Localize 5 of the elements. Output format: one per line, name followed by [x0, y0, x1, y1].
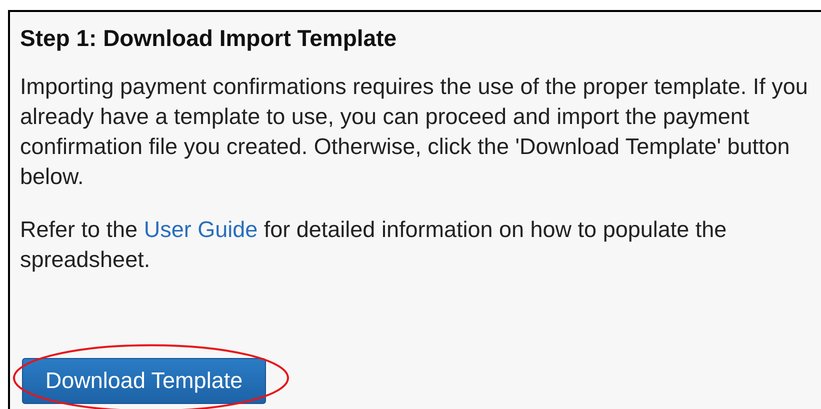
download-template-button[interactable]: Download Template: [22, 358, 266, 404]
paragraph: Importing payment confirmations requires the use of the proper template. If you already have a template to use, you can proceed and import the payment confirmation file you created. Otherwise, click the 'Download Template' button below.: [20, 73, 809, 191]
section-heading: Step 1: Download Import Template: [20, 24, 398, 52]
user-guide-link[interactable]: User Guide: [144, 217, 258, 242]
paragraph: Refer to the User Guide for detailed information on how to populate the spreadsheet.: [20, 216, 728, 274]
